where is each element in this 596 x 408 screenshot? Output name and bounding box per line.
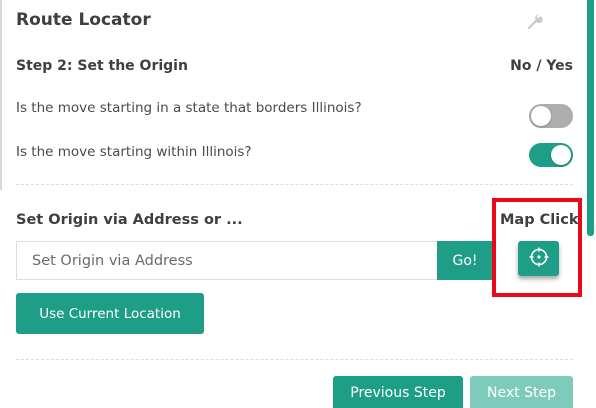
map-click-button[interactable] [518,241,559,276]
use-current-location-button[interactable]: Use Current Location [16,293,204,334]
toggle-within-illinois[interactable] [529,143,573,167]
scrollbar-thumb[interactable] [587,0,594,236]
step-title: Step 2: Set the Origin [16,58,188,74]
go-button[interactable]: Go! [437,241,493,280]
divider [16,184,573,185]
next-step-button[interactable]: Next Step [470,376,573,408]
panel-left-edge [0,0,2,190]
toggle-borders-illinois[interactable] [529,104,573,128]
divider [16,359,573,360]
set-origin-label: Set Origin via Address or ... [16,212,243,228]
toggle-knob [531,106,551,126]
crosshair-icon [528,246,550,272]
origin-address-input[interactable] [16,241,437,280]
toggle-knob [551,145,571,165]
no-yes-header: No / Yes [510,58,573,74]
wrench-icon[interactable] [525,12,545,32]
panel-title: Route Locator [16,10,151,30]
question-within-illinois: Is the move starting within Illinois? [16,144,252,160]
previous-step-button[interactable]: Previous Step [333,376,463,408]
question-borders-illinois: Is the move starting in a state that bor… [16,100,362,116]
